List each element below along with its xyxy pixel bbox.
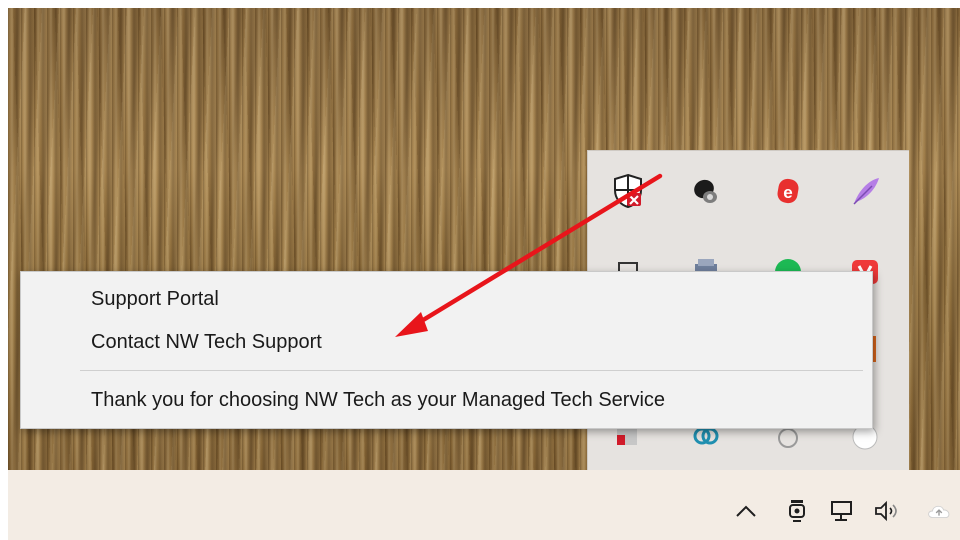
menu-item-thank-you[interactable]: Thank you for choosing NW Tech as your M… [21,380,872,420]
menu-item-label: Thank you for choosing NW Tech as your M… [91,388,666,411]
chevron-up-icon[interactable] [732,497,760,525]
volume-icon[interactable] [873,497,901,525]
context-menu: Support Portal Contact NW Tech Support T… [20,271,873,429]
menu-item-contact-support[interactable]: Contact NW Tech Support [21,322,872,362]
menu-item-label: Support Portal [91,287,219,310]
menu-separator [80,370,863,371]
shield-security-icon[interactable] [608,171,648,211]
webcam-icon[interactable] [783,497,811,525]
taskbar [8,470,960,540]
menu-item-support-portal[interactable]: Support Portal [21,279,872,319]
cloud-icon[interactable] [925,497,953,525]
e-app-icon[interactable]: e [768,171,808,211]
audio-speaker-icon[interactable] [686,171,726,211]
menu-item-label: Contact NW Tech Support [91,330,322,353]
feather-icon[interactable] [845,171,885,211]
network-icon[interactable] [828,497,856,525]
svg-text:e: e [783,183,792,202]
